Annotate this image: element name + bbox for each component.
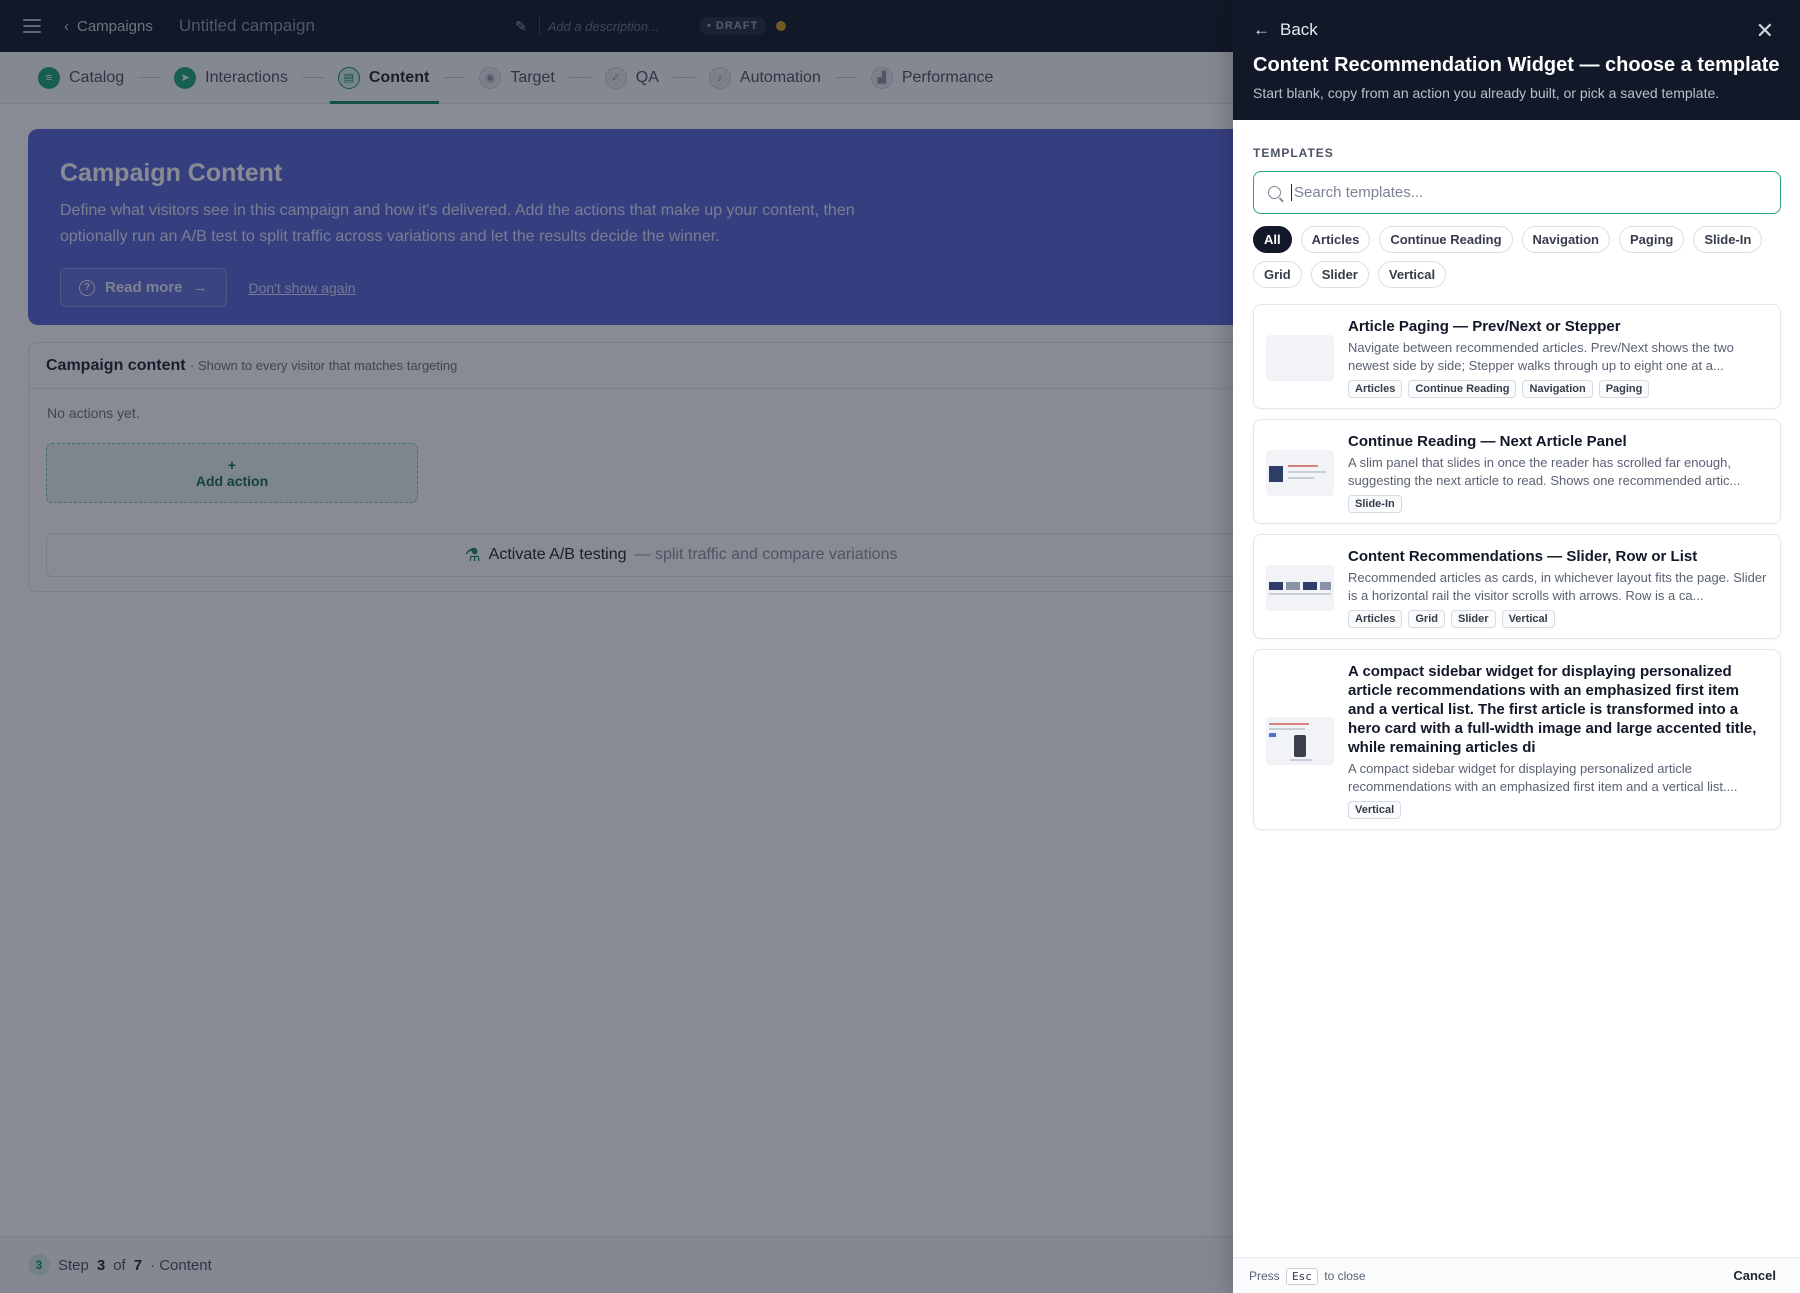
template-thumbnail — [1266, 334, 1334, 381]
template-description: Navigate between recommended articles. P… — [1348, 340, 1734, 373]
filter-chip-continue-reading[interactable]: Continue Reading — [1379, 226, 1513, 253]
esc-key-hint: Esc — [1286, 1267, 1318, 1285]
template-tag: Navigation — [1522, 380, 1593, 398]
templates-section-label: TEMPLATES — [1253, 146, 1334, 160]
template-search-input[interactable] — [1291, 184, 1761, 201]
drawer-subtitle: Start blank, copy from an action you alr… — [1253, 85, 1720, 101]
template-tag: Articles — [1348, 610, 1403, 628]
template-card[interactable]: Content Recommendations — Slider, Row or… — [1253, 534, 1781, 639]
drawer-header: ← Back ✕ Content Recommendation Widget —… — [1233, 0, 1800, 120]
filter-chip-all[interactable]: All — [1253, 226, 1292, 253]
template-search — [1253, 171, 1781, 214]
template-card[interactable]: Continue Reading — Next Article Panel A … — [1253, 419, 1781, 524]
filter-chip-slide-in[interactable]: Slide-In — [1693, 226, 1763, 253]
cancel-button[interactable]: Cancel — [1733, 1268, 1776, 1283]
drawer-body: TEMPLATES All Articles Continue Reading … — [1233, 120, 1800, 830]
filter-chip-vertical[interactable]: Vertical — [1377, 261, 1447, 288]
template-title: Article Paging — Prev/Next or Stepper — [1348, 318, 1621, 335]
template-tag: Articles — [1348, 380, 1403, 398]
template-title: Content Recommendations — Slider, Row or… — [1348, 548, 1698, 565]
modal-backdrop[interactable] — [0, 0, 1233, 1293]
template-tag: Grid — [1408, 610, 1445, 628]
template-thumbnail — [1266, 564, 1334, 611]
template-card[interactable]: A compact sidebar widget for displaying … — [1253, 649, 1781, 830]
close-icon[interactable]: ✕ — [1756, 18, 1774, 44]
template-tag: Vertical — [1501, 610, 1555, 628]
drawer-back-button[interactable]: ← Back — [1253, 20, 1780, 40]
template-title: A compact sidebar widget for displaying … — [1348, 663, 1757, 756]
filter-chip-articles[interactable]: Articles — [1300, 226, 1371, 253]
filter-chip-paging[interactable]: Paging — [1619, 226, 1685, 253]
template-tag: Slider — [1450, 610, 1496, 628]
template-tag: Paging — [1598, 380, 1650, 398]
template-thumbnail — [1266, 716, 1334, 765]
footer-close-text: to close — [1324, 1268, 1366, 1283]
filter-chip-slider[interactable]: Slider — [1310, 261, 1369, 288]
drawer-back-label: Back — [1280, 20, 1318, 39]
filter-chip-navigation[interactable]: Navigation — [1521, 226, 1611, 253]
template-title: Continue Reading — Next Article Panel — [1348, 433, 1627, 450]
template-thumbnail — [1266, 449, 1334, 496]
filter-chips: All Articles Continue Reading Navigation… — [1253, 226, 1781, 288]
arrow-left-icon: ← — [1253, 20, 1270, 39]
template-drawer: ← Back ✕ Content Recommendation Widget —… — [1233, 0, 1800, 1293]
template-tag: Vertical — [1348, 801, 1402, 819]
template-description: A slim panel that slides in once the rea… — [1348, 455, 1741, 488]
template-tag: Slide-In — [1348, 495, 1402, 513]
drawer-title: Content Recommendation Widget — choose a… — [1253, 54, 1780, 76]
template-description: A compact sidebar widget for displaying … — [1348, 761, 1738, 794]
template-card[interactable]: Article Paging — Prev/Next or Stepper Na… — [1253, 304, 1781, 409]
template-description: Recommended articles as cards, in whiche… — [1348, 570, 1767, 603]
search-icon — [1268, 186, 1281, 199]
filter-chip-grid[interactable]: Grid — [1253, 261, 1302, 288]
template-tag: Continue Reading — [1408, 380, 1517, 398]
template-list: Article Paging — Prev/Next or Stepper Na… — [1253, 304, 1781, 830]
footer-press-text: Press — [1249, 1268, 1280, 1283]
drawer-footer: Press Esc to close Cancel — [1233, 1257, 1800, 1293]
